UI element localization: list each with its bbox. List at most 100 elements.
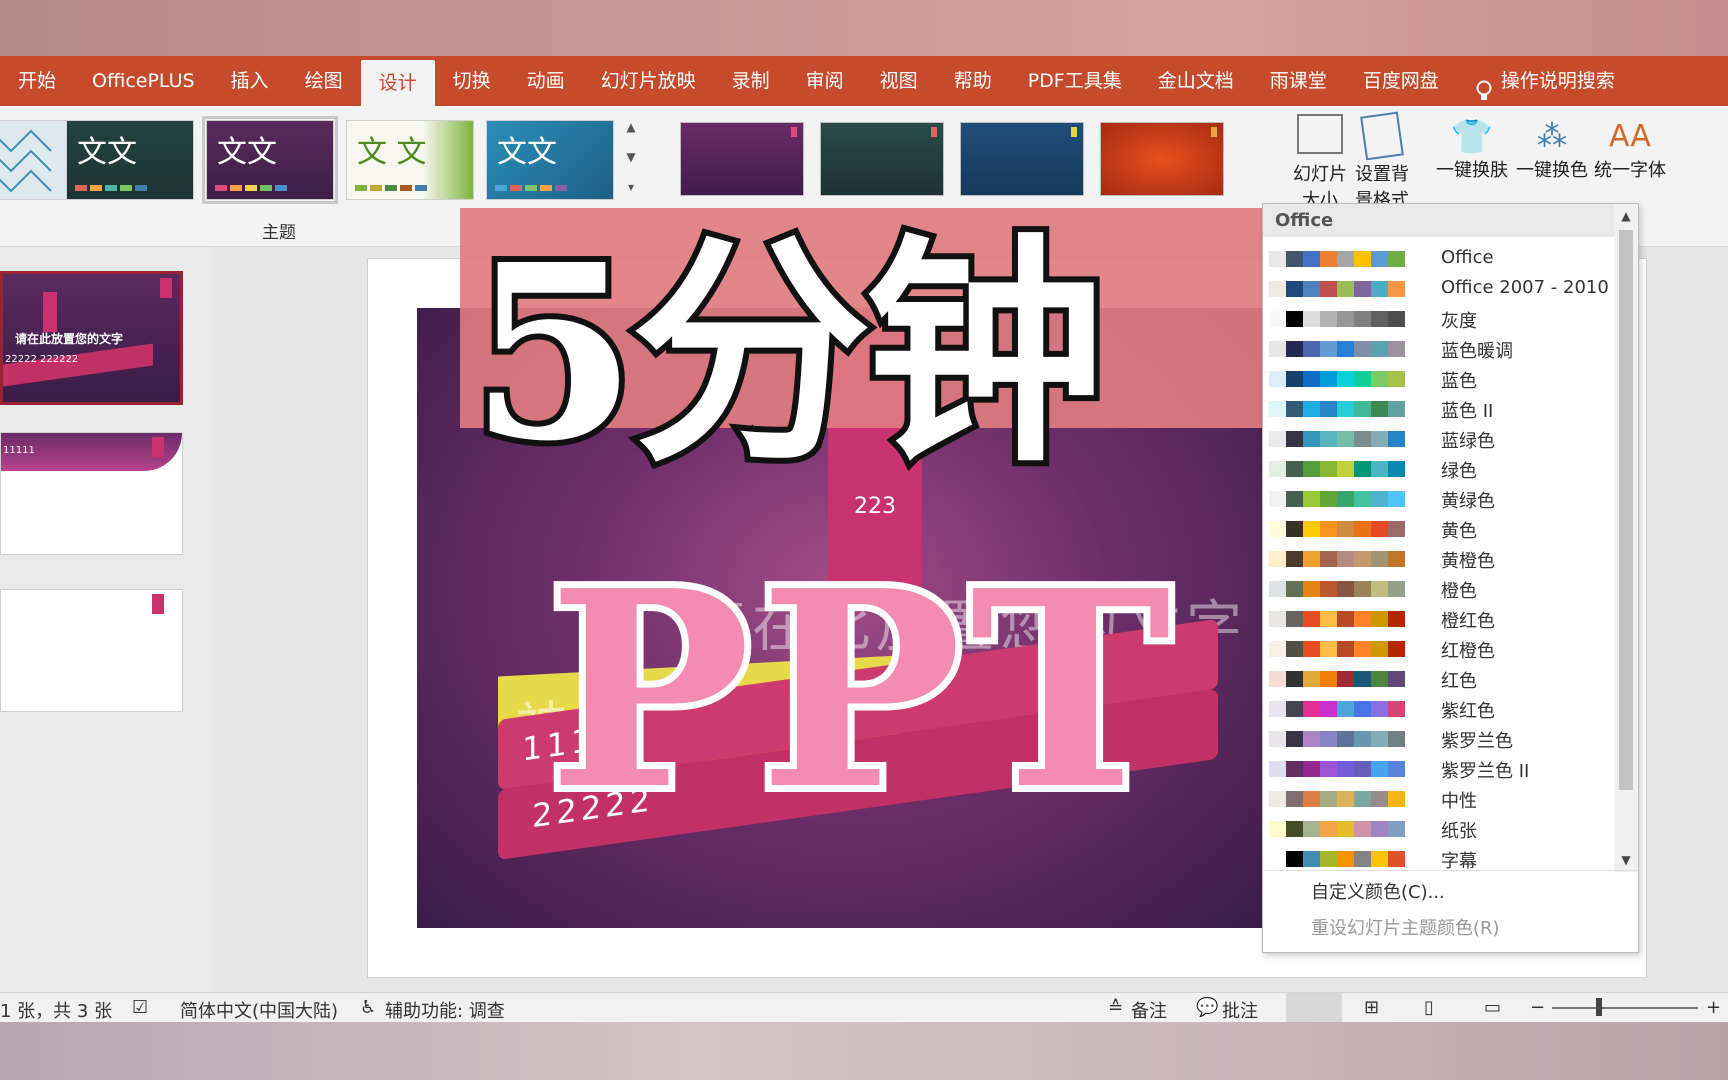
color-scheme-row[interactable]: 蓝色 — [1263, 364, 1614, 394]
color-scheme-label: 蓝色 — [1441, 371, 1477, 392]
variant-thumb-4[interactable] — [1100, 122, 1224, 196]
tab-4[interactable]: 设计 — [360, 60, 435, 106]
color-scheme-label: 橙色 — [1441, 581, 1477, 602]
custom-colors-item[interactable]: 自定义颜色(C)... — [1311, 878, 1445, 904]
theme-thumb-dark-teal[interactable]: 文文 — [66, 120, 194, 200]
slide-thumbnail-2[interactable]: 11111 — [0, 432, 183, 555]
color-swatches — [1269, 311, 1405, 327]
tab-1[interactable]: OfficePLUS — [74, 56, 213, 106]
language-indicator[interactable]: 简体中文(中国大陆) — [180, 997, 338, 1023]
dropdown-header-label: Office — [1275, 210, 1334, 231]
notes-icon: ≙ — [1108, 997, 1124, 1018]
thumb-1-title: 请在此放置您的文字 — [15, 332, 124, 346]
tell-me-label: 操作说明搜索 — [1500, 70, 1615, 92]
reset-theme-colors-item[interactable]: 重设幻灯片主题颜色(R) — [1311, 914, 1500, 940]
tab-2[interactable]: 插入 — [213, 56, 287, 106]
blurred-top-edge — [0, 0, 1728, 56]
color-scheme-row[interactable]: 橙色 — [1263, 574, 1614, 604]
tab-11[interactable]: 帮助 — [936, 56, 1010, 106]
color-swatches — [1269, 821, 1405, 837]
color-scheme-label: Office 2007 - 2010 — [1441, 277, 1609, 298]
zoom-out-icon[interactable]: − — [1530, 997, 1545, 1018]
color-swatches — [1269, 401, 1405, 417]
comments-button[interactable]: 批注 — [1222, 997, 1258, 1023]
theme-thumb-purple-selected[interactable]: 文文 — [202, 116, 338, 204]
color-scheme-label: 黄色 — [1441, 521, 1477, 542]
tab-14[interactable]: 雨课堂 — [1252, 56, 1345, 106]
slide-size-button[interactable]: 幻灯片大小 — [1290, 114, 1350, 212]
color-scheme-row[interactable]: 纸张 — [1263, 814, 1614, 844]
theme-scroll-up-icon[interactable]: ▲ — [620, 114, 642, 140]
reading-view-icon[interactable]: ▯ — [1424, 997, 1434, 1018]
color-scheme-row[interactable]: Office — [1263, 244, 1614, 274]
scroll-down-icon[interactable]: ▼ — [1614, 848, 1638, 872]
tab-5[interactable]: 切换 — [435, 56, 509, 106]
tab-10[interactable]: 视图 — [862, 56, 936, 106]
normal-view-icon[interactable] — [1286, 993, 1342, 1023]
color-scheme-row[interactable]: 中性 — [1263, 784, 1614, 814]
color-swatches — [1269, 581, 1405, 597]
format-background-button[interactable]: 设置背景格式 — [1352, 111, 1412, 212]
tab-8[interactable]: 录制 — [714, 56, 788, 106]
scrollbar-thumb[interactable] — [1619, 230, 1633, 790]
color-scheme-row[interactable]: 绿色 — [1263, 454, 1614, 484]
unify-font-button[interactable]: AA 统一字体 — [1594, 118, 1666, 182]
format-background-icon — [1360, 111, 1404, 161]
thumb-2-text: 11111 — [3, 445, 35, 456]
theme-thumb-green[interactable]: 文 文 — [346, 120, 474, 200]
color-scheme-row[interactable]: 黄橙色 — [1263, 544, 1614, 574]
slide-thumbnail-1[interactable]: 请在此放置您的文字 22222 222222 — [0, 271, 183, 405]
tab-7[interactable]: 幻灯片放映 — [583, 56, 714, 106]
thumb-1-sub: 22222 222222 — [5, 354, 79, 365]
color-scheme-label: 橙红色 — [1441, 611, 1495, 632]
one-click-color-label: 一键换色 — [1516, 160, 1588, 181]
color-scheme-label: 紫红色 — [1441, 701, 1495, 722]
color-scheme-row[interactable]: 蓝色 II — [1263, 394, 1614, 424]
tab-0[interactable]: 开始 — [0, 56, 74, 106]
color-scheme-label: Office — [1441, 247, 1494, 268]
dropdown-scrollbar[interactable]: ▲ ▼ — [1614, 204, 1638, 872]
tab-13[interactable]: 金山文档 — [1140, 56, 1252, 106]
overlay-ppt-text: PPT — [541, 531, 1179, 849]
tab-3[interactable]: 绘图 — [287, 56, 361, 106]
tab-12[interactable]: PDF工具集 — [1010, 56, 1140, 106]
color-scheme-row[interactable]: 橙红色 — [1263, 604, 1614, 634]
dropdown-header: Office — [1263, 204, 1614, 237]
color-scheme-row[interactable]: 字幕 — [1263, 844, 1614, 874]
color-swatches — [1269, 641, 1405, 657]
zoom-slider[interactable] — [1552, 1007, 1698, 1009]
accessibility-status[interactable]: 辅助功能: 调查 — [385, 997, 505, 1023]
tab-9[interactable]: 审阅 — [788, 56, 862, 106]
scroll-up-icon[interactable]: ▲ — [1614, 204, 1638, 228]
one-click-color-button[interactable]: ⁂ 一键换色 — [1516, 118, 1588, 182]
color-scheme-row[interactable]: 蓝绿色 — [1263, 424, 1614, 454]
color-scheme-row[interactable]: 红橙色 — [1263, 634, 1614, 664]
color-scheme-row[interactable]: 黄色 — [1263, 514, 1614, 544]
color-scheme-row[interactable]: Office 2007 - 2010 — [1263, 274, 1614, 304]
zoom-slider-handle[interactable] — [1596, 998, 1602, 1016]
theme-sample-text: 文文 — [217, 135, 277, 170]
slide-sorter-icon[interactable]: ⊞ — [1364, 997, 1379, 1018]
blurred-bottom-edge — [0, 1022, 1728, 1080]
color-scheme-row[interactable]: 紫罗兰色 — [1263, 724, 1614, 754]
zoom-in-icon[interactable]: + — [1706, 997, 1721, 1018]
tell-me-search[interactable]: 操作说明搜索 — [1457, 56, 1633, 106]
color-swatches — [1269, 851, 1405, 867]
color-scheme-row[interactable]: 紫红色 — [1263, 694, 1614, 724]
notes-button[interactable]: 备注 — [1131, 997, 1167, 1023]
color-scheme-row[interactable]: 紫罗兰色 II — [1263, 754, 1614, 784]
slideshow-icon[interactable]: ▭ — [1484, 997, 1501, 1018]
color-scheme-label: 紫罗兰色 — [1441, 731, 1513, 752]
color-scheme-row[interactable]: 黄绿色 — [1263, 484, 1614, 514]
color-scheme-row[interactable]: 灰度 — [1263, 304, 1614, 334]
slide-thumbnail-3[interactable] — [0, 589, 183, 712]
spellcheck-icon[interactable]: ☑ — [132, 997, 148, 1018]
tab-15[interactable]: 百度网盘 — [1345, 56, 1457, 106]
color-scheme-row[interactable]: 红色 — [1263, 664, 1614, 694]
color-swatches — [1269, 521, 1405, 537]
one-click-skin-button[interactable]: 👕 一键换肤 — [1436, 118, 1508, 182]
color-scheme-row[interactable]: 蓝色暖调 — [1263, 334, 1614, 364]
color-swatches — [1269, 761, 1405, 777]
color-swatches — [1269, 701, 1405, 717]
tab-6[interactable]: 动画 — [509, 56, 583, 106]
